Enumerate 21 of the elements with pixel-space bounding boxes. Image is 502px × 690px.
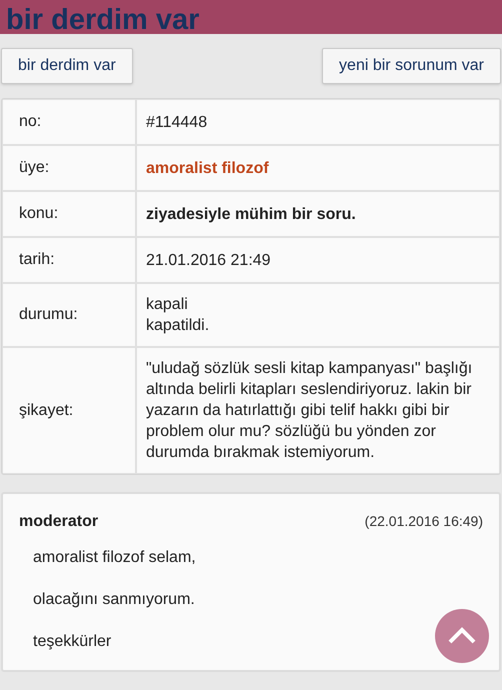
reply-text: olacağını sanmıyorum. xyxy=(33,590,195,610)
chevron-up-icon xyxy=(447,627,477,645)
page-title: bir derdim var xyxy=(6,3,200,37)
detail-label: şikayet: xyxy=(3,348,135,473)
detail-label: üye: xyxy=(3,146,135,190)
nav-button[interactable]: bir derdim var xyxy=(1,48,133,84)
detail-value: #114448 xyxy=(137,100,499,144)
nav-button[interactable]: yeni bir sorunum var xyxy=(322,48,501,84)
detail-label: tarih: xyxy=(3,238,135,282)
detail-label: konu: xyxy=(3,192,135,236)
reply-date: (22.01.2016 16:49) xyxy=(364,512,483,531)
reply-author: moderator xyxy=(19,512,98,532)
reply-text: amoralist filozof selam, xyxy=(33,548,196,568)
detail-value: kapali kapatildi. xyxy=(137,284,499,346)
detail-value: 21.01.2016 21:49 xyxy=(137,238,499,282)
detail-value: amoralist filozof xyxy=(137,146,499,190)
detail-label: durumu: xyxy=(3,284,135,346)
reply-text: teşekkürler xyxy=(33,632,112,652)
detail-value: "uludağ sözlük sesli kitap kampanyası" başlığı altında belirli kitapları seslendiriyoruz. lakin bir yazarın da hatırlattığı gibi telif hakkı gibi bir problem olur mu? sözlüğü bu yönden zor durumda bırakmak istemiyorum. xyxy=(137,348,499,473)
detail-label: no: xyxy=(3,100,135,144)
detail-value: ziyadesiyle mühim bir soru. xyxy=(137,192,499,236)
